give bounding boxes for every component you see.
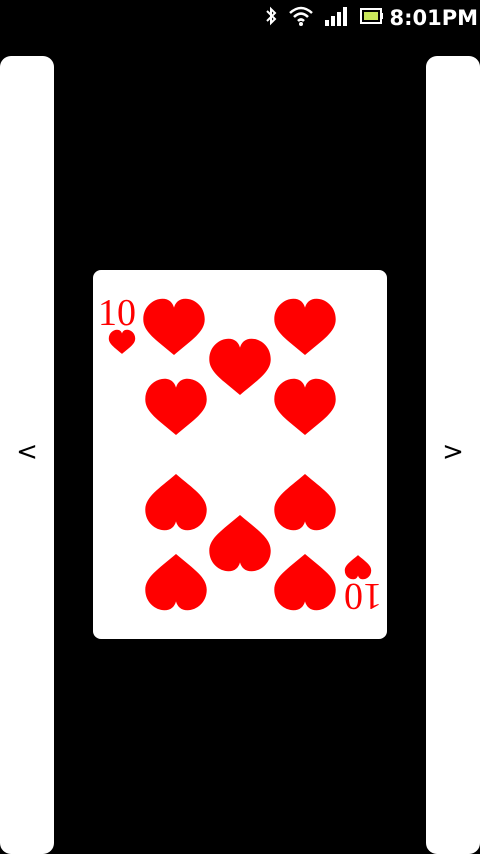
next-label: >: [442, 437, 464, 467]
status-time: 8:01PM: [389, 6, 478, 30]
corner-rank-top: 10: [98, 292, 136, 334]
battery-icon: [360, 5, 384, 27]
screen: 8:01PM < > 10 10: [0, 0, 480, 854]
signal-icon: [324, 5, 350, 27]
status-icons: [264, 4, 384, 28]
next-card-button[interactable]: >: [426, 56, 480, 854]
bluetooth-icon: [264, 5, 278, 27]
wifi-icon: [288, 5, 314, 27]
pip-heart-icon: [145, 378, 207, 436]
pip-heart-icon: [274, 553, 336, 611]
pip-heart-icon: [145, 553, 207, 611]
pip-heart-icon: [274, 298, 336, 356]
pip-heart-icon: [274, 378, 336, 436]
corner-rank-bottom: 10: [344, 575, 382, 617]
status-bar: 8:01PM: [0, 0, 480, 38]
pip-heart-icon: [143, 298, 205, 356]
pip-heart-icon: [209, 338, 271, 396]
previous-label: <: [16, 437, 38, 467]
card-face: 10 10: [98, 292, 382, 617]
pip-heart-icon: [145, 473, 207, 531]
pip-heart-icon: [209, 514, 271, 572]
pip-heart-icon: [274, 473, 336, 531]
previous-card-button[interactable]: <: [0, 56, 54, 854]
playing-card[interactable]: 10 10: [93, 270, 387, 639]
